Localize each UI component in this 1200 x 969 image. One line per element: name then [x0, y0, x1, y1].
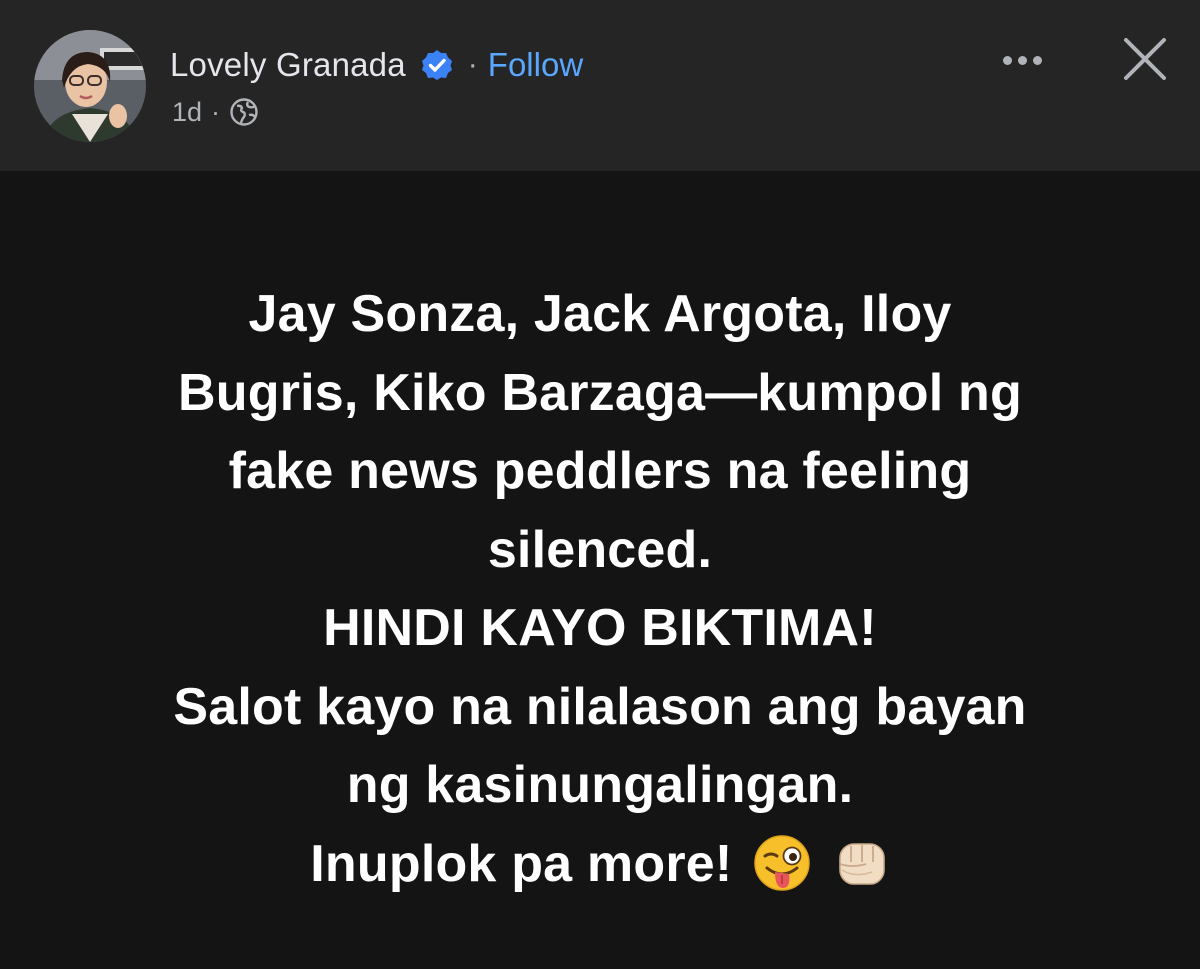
post-text-line: fake news peddlers na feeling — [228, 442, 972, 500]
post-viewer: Lovely Granada · Follow 1d · Jay Sonza, … — [0, 0, 1200, 969]
author-row: Lovely Granada · Follow — [170, 42, 583, 88]
post-text: Jay Sonza, Jack Argota, Iloy Bugris, Kik… — [60, 275, 1140, 903]
post-text-line: Inuplok pa more! — [310, 834, 733, 893]
post-timestamp[interactable]: 1d — [172, 97, 202, 128]
more-options-icon — [1017, 55, 1027, 65]
post-meta: 1d · — [172, 94, 259, 130]
avatar-image — [34, 30, 146, 142]
post-text-line: Jay Sonza, Jack Argota, Iloy — [248, 285, 952, 343]
more-options-icon — [1032, 55, 1042, 65]
post-text-line: Bugris, Kiko Barzaga—kumpol ng — [178, 363, 1022, 422]
close-icon — [1124, 38, 1166, 80]
post-text-line: ng kasinungalingan. — [346, 756, 854, 814]
more-options-button[interactable] — [996, 42, 1048, 78]
follow-button[interactable]: Follow — [488, 46, 583, 84]
avatar[interactable] — [34, 30, 146, 142]
author-name[interactable]: Lovely Granada — [170, 46, 406, 84]
verified-badge-icon — [420, 48, 454, 82]
globe-icon[interactable] — [229, 97, 259, 127]
post-header: Lovely Granada · Follow 1d · — [0, 0, 1200, 171]
oncoming-fist-emoji — [832, 834, 890, 892]
more-options-icon — [1002, 55, 1012, 65]
winking-face-with-tongue-emoji — [753, 834, 811, 892]
post-text-line: HINDI KAYO BIKTIMA! — [323, 599, 877, 657]
close-button[interactable] — [1120, 34, 1170, 84]
post-content: Jay Sonza, Jack Argota, Iloy Bugris, Kik… — [0, 171, 1200, 969]
post-text-line: silenced. — [487, 520, 713, 579]
separator-dot: · — [211, 96, 221, 127]
post-text-line: Salot kayo na nilalason ang bayan — [173, 677, 1027, 736]
separator-dot: · — [467, 48, 478, 81]
post-text-last-line: Inuplok pa more! — [60, 825, 1140, 904]
